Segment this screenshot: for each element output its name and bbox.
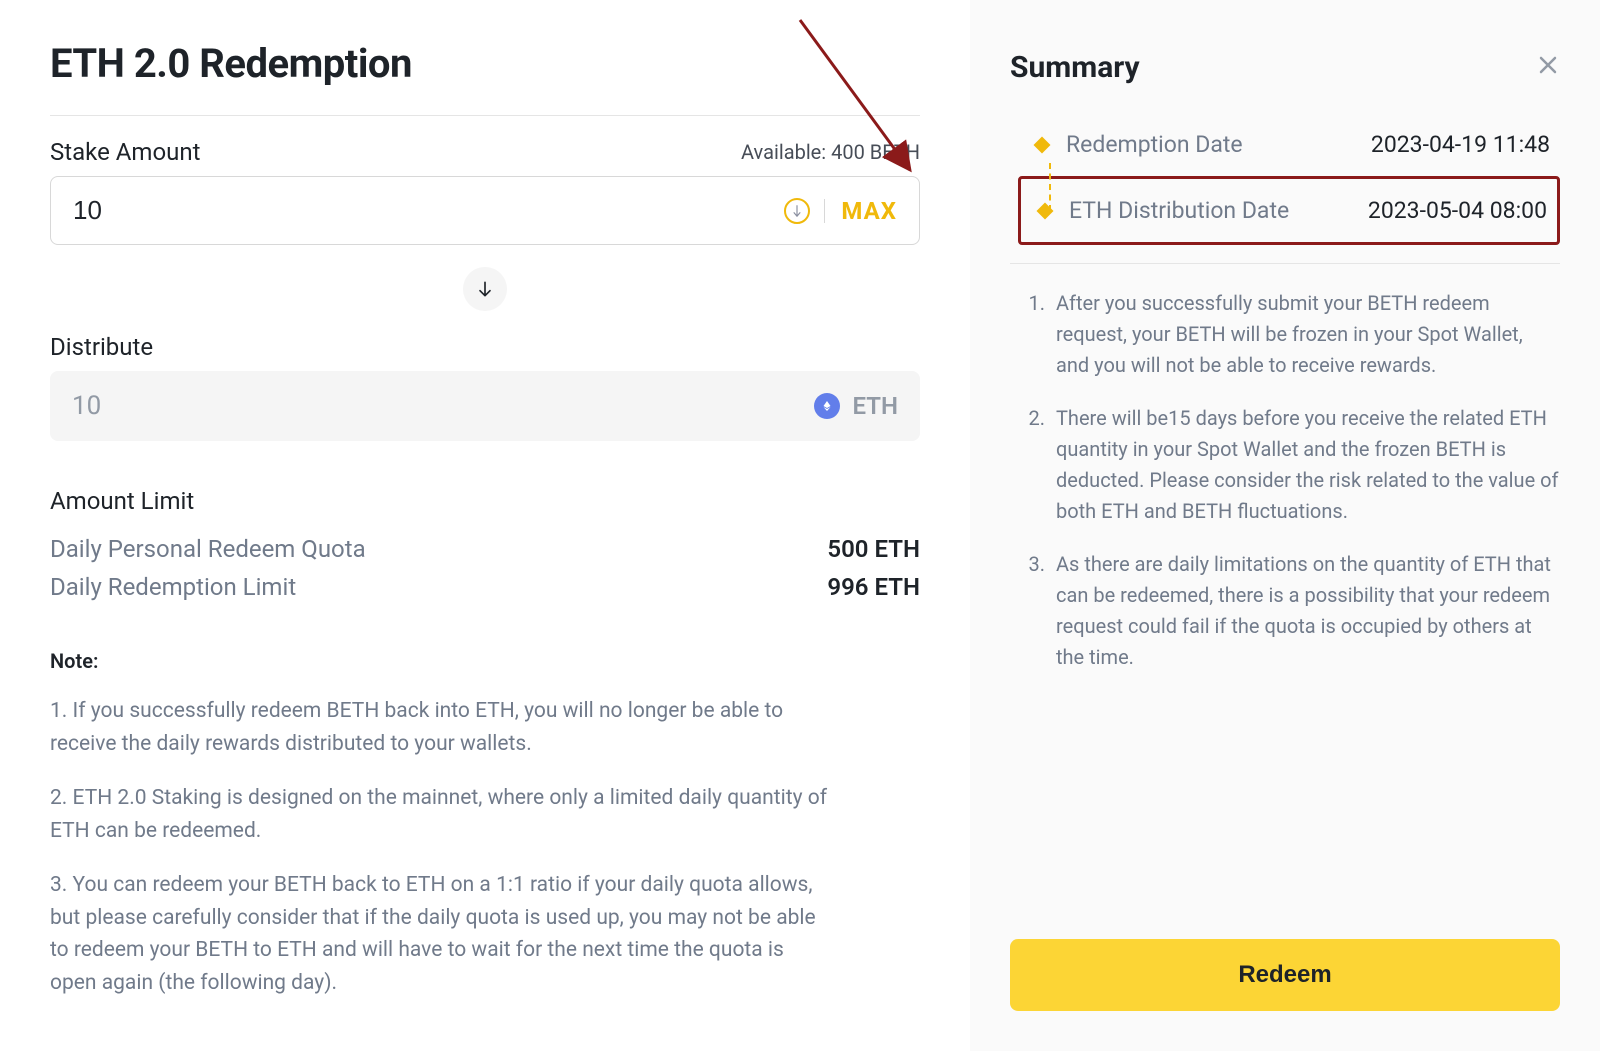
note-item: 3. You can redeem your BETH back to ETH … xyxy=(50,869,830,999)
diamond-icon xyxy=(1034,136,1051,153)
timeline-value: 2023-05-04 08:00 xyxy=(1368,197,1547,224)
timeline-value: 2023-04-19 11:48 xyxy=(1371,131,1550,158)
redemption-form: ETH 2.0 Redemption Stake Amount Availabl… xyxy=(0,0,970,1051)
summary-panel: Summary Redemption Date 2023-04-19 11:48… xyxy=(970,0,1600,1051)
limit-row: Daily Personal Redeem Quota 500 ETH xyxy=(50,535,920,563)
max-button[interactable]: MAX xyxy=(841,197,897,225)
eth-coin-icon xyxy=(814,393,840,419)
timeline-label: Redemption Date xyxy=(1066,131,1371,158)
close-icon[interactable] xyxy=(1536,53,1560,83)
note-heading: Note: xyxy=(50,649,920,673)
divider xyxy=(1010,263,1560,264)
page-title: ETH 2.0 Redemption xyxy=(50,40,920,87)
summary-notes-list: After you successfully submit your BETH … xyxy=(1010,288,1560,695)
timeline-label: ETH Distribution Date xyxy=(1069,197,1368,224)
beth-coin-icon xyxy=(784,198,810,224)
redeem-button[interactable]: Redeem xyxy=(1010,939,1560,1011)
timeline-row-redemption: Redemption Date 2023-04-19 11:48 xyxy=(1018,113,1560,176)
separator xyxy=(824,199,825,223)
stake-input-box[interactable]: MAX xyxy=(50,176,920,245)
available-balance: Available: 400 BETH xyxy=(741,140,920,164)
stake-label: Stake Amount xyxy=(50,138,201,166)
summary-title: Summary xyxy=(1010,50,1140,85)
summary-note-item: After you successfully submit your BETH … xyxy=(1050,288,1560,381)
distribute-value: 10 xyxy=(72,391,814,421)
limit-value: 500 ETH xyxy=(827,535,920,563)
amount-limit-heading: Amount Limit xyxy=(50,487,920,515)
stake-amount-input[interactable] xyxy=(73,195,784,226)
timeline-row-distribution: ETH Distribution Date 2023-05-04 08:00 xyxy=(1018,176,1560,245)
distribute-coin-label: ETH xyxy=(852,392,898,420)
limit-value: 996 ETH xyxy=(827,573,920,601)
limit-label: Daily Redemption Limit xyxy=(50,573,296,601)
swap-direction-icon xyxy=(463,267,507,311)
timeline-connector xyxy=(1049,163,1051,211)
stake-header: Stake Amount Available: 400 BETH xyxy=(50,138,920,166)
distribute-label: Distribute xyxy=(50,333,920,361)
limit-label: Daily Personal Redeem Quota xyxy=(50,535,366,563)
summary-note-item: There will be15 days before you receive … xyxy=(1050,403,1560,527)
limit-row: Daily Redemption Limit 996 ETH xyxy=(50,573,920,601)
summary-note-item: As there are daily limitations on the qu… xyxy=(1050,549,1560,673)
note-item: 1. If you successfully redeem BETH back … xyxy=(50,695,830,760)
distribute-box: 10 ETH xyxy=(50,371,920,441)
note-item: 2. ETH 2.0 Staking is designed on the ma… xyxy=(50,782,830,847)
summary-timeline: Redemption Date 2023-04-19 11:48 ETH Dis… xyxy=(1010,113,1560,245)
divider xyxy=(50,115,920,116)
